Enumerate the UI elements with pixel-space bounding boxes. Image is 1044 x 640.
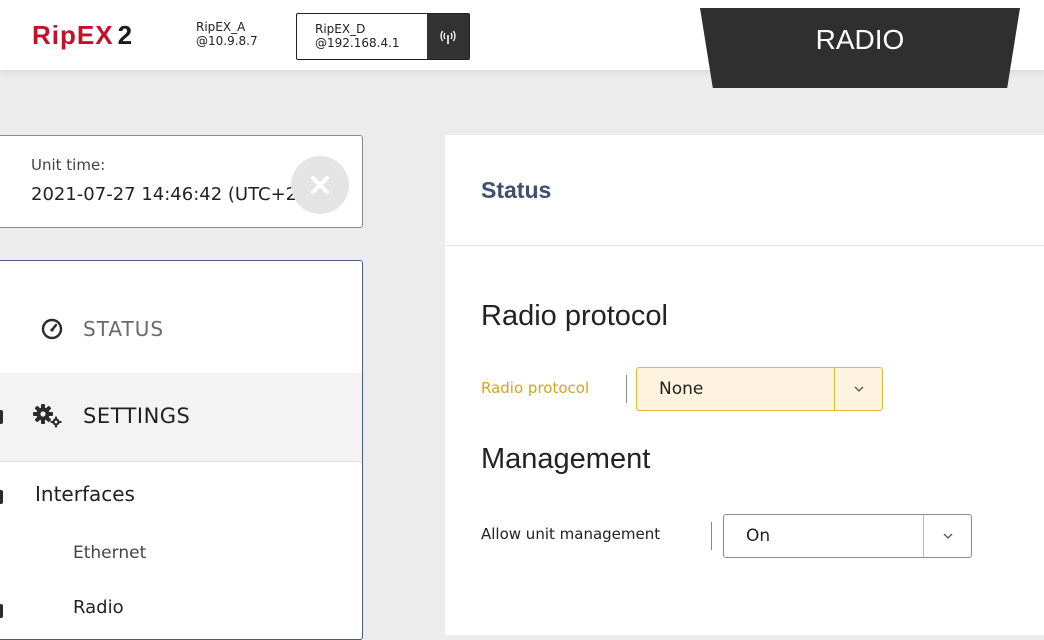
menu-bullet [0, 410, 3, 424]
menu-item-interfaces[interactable]: Interfaces [35, 482, 135, 506]
radio-signal-icon[interactable] [427, 14, 469, 59]
ripex-logo[interactable]: RipEX 2 [32, 22, 133, 48]
gauge-icon [41, 318, 63, 344]
radio-protocol-value: None [659, 379, 704, 399]
unit-time-value: 2021-07-27 14:46:42 (UTC+2) [31, 184, 305, 205]
menu-item-radio[interactable]: Radio [73, 597, 124, 618]
logo-number: 2 [117, 20, 134, 50]
chevron-down-icon[interactable] [923, 515, 971, 557]
close-circle-icon[interactable] [291, 156, 349, 214]
menu-item-status[interactable]: STATUS [0, 261, 362, 373]
menu-settings-label: SETTINGS [83, 404, 191, 428]
page-title: Status [481, 177, 552, 203]
unit-time-label: Unit time: [31, 156, 106, 174]
unit-time-box: Unit time: 2021-07-27 14:46:42 (UTC+2) [0, 135, 363, 228]
menu-status-label: STATUS [83, 317, 165, 341]
panel-header: Status [445, 135, 1044, 246]
field-divider [626, 375, 627, 403]
radio-protocol-label: Radio protocol [481, 379, 590, 397]
radio-protocol-heading: Radio protocol [481, 300, 668, 332]
radio-protocol-select[interactable]: None [636, 367, 883, 411]
unit-d-selector[interactable]: RipEX_D @192.168.4.1 [296, 13, 470, 60]
field-divider [711, 522, 712, 550]
mode-tab-radio[interactable]: RADIO [700, 8, 1020, 88]
menu-bullet [0, 490, 3, 504]
side-menu: STATUS SETTINGS Interfaces Ethernet Radi… [0, 260, 363, 640]
status-panel: Status Radio protocol Radio protocol Non… [445, 135, 1044, 635]
unit-a-ip: @10.9.8.7 [196, 34, 258, 48]
allow-unit-management-value: On [746, 526, 771, 546]
unit-a-name: RipEX_A [196, 20, 246, 34]
management-heading: Management [481, 443, 651, 475]
menu-bullet [0, 604, 3, 618]
mode-tab-label: RADIO [815, 24, 905, 55]
unit-a-link[interactable]: RipEX_A @10.9.8.7 [196, 20, 258, 48]
menu-item-ethernet[interactable]: Ethernet [73, 543, 146, 563]
logo-text: RipEX [32, 20, 114, 50]
chevron-down-icon[interactable] [834, 368, 882, 410]
unit-d-name: RipEX_D [315, 22, 366, 36]
allow-unit-management-select[interactable]: On [723, 514, 972, 558]
gears-icon [32, 403, 64, 433]
allow-unit-management-label: Allow unit management [481, 525, 661, 543]
unit-d-ip: @192.168.4.1 [315, 36, 400, 50]
menu-item-settings[interactable]: SETTINGS [0, 373, 362, 462]
